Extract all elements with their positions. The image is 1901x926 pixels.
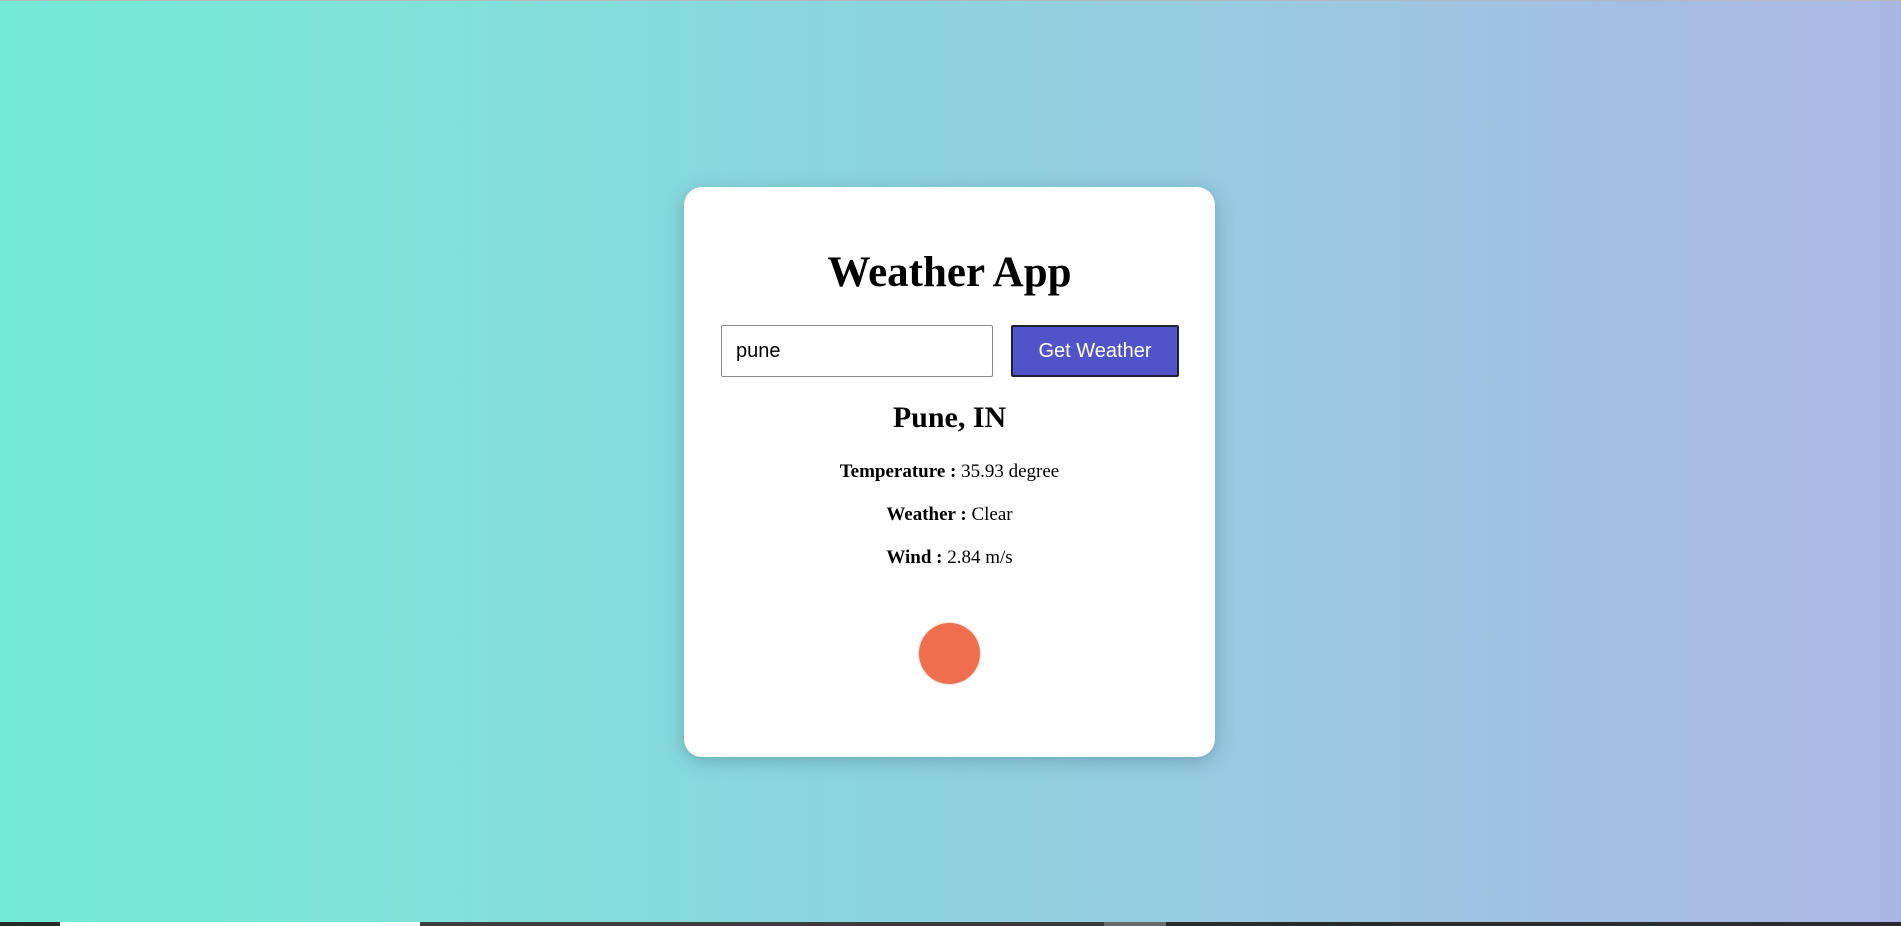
weather-card: Weather App Get Weather Pune, IN Tempera… — [684, 187, 1215, 757]
window-top-border — [0, 0, 1901, 1]
weather-value: Clear — [971, 504, 1013, 525]
wind-label: Wind : — [886, 547, 943, 568]
app-title: Weather App — [827, 249, 1072, 296]
taskbar-active-tab[interactable] — [60, 922, 420, 926]
get-weather-button[interactable]: Get Weather — [1011, 325, 1179, 377]
taskbar-highlight[interactable] — [1104, 922, 1166, 926]
city-search-input[interactable] — [721, 325, 993, 377]
weather-line: Weather : Clear — [684, 505, 1215, 524]
city-name: Pune, IN — [892, 401, 1007, 434]
weather-label: Weather : — [886, 504, 967, 525]
temperature-value: 35.93 degree — [961, 461, 1060, 482]
taskbar-strip — [0, 922, 1901, 926]
taskbar-tab-area[interactable] — [420, 922, 1104, 926]
temperature-line: Temperature : 35.93 degree — [684, 462, 1215, 481]
wind-line: Wind : 2.84 m/s — [684, 548, 1215, 567]
search-row: Get Weather — [721, 325, 1179, 377]
wind-value: 2.84 m/s — [947, 547, 1013, 568]
sun-icon — [919, 623, 980, 684]
temperature-label: Temperature : — [839, 461, 957, 482]
